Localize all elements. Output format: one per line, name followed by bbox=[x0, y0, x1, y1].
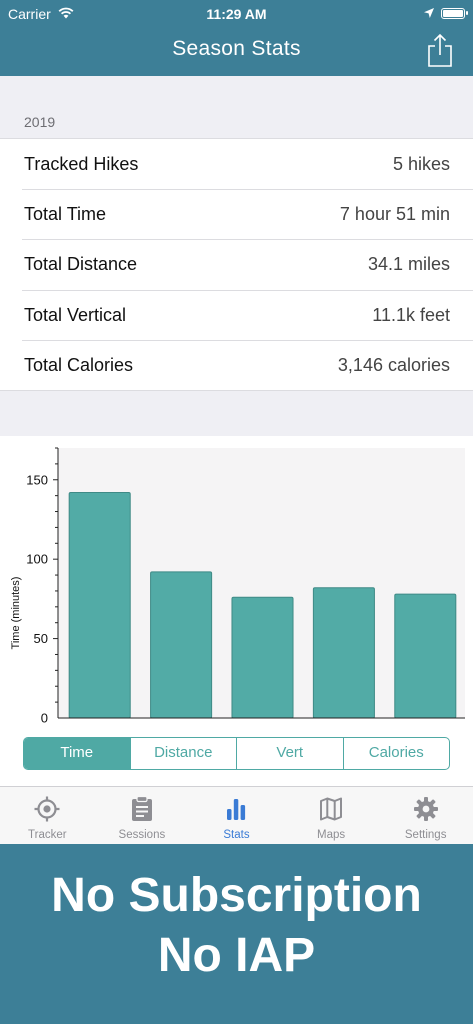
tracker-icon bbox=[34, 796, 60, 822]
segment-time[interactable]: Time bbox=[24, 738, 130, 769]
tab-bar: Tracker Sessions Stats Maps Settings bbox=[0, 786, 473, 844]
stat-label: Tracked Hikes bbox=[24, 154, 139, 174]
nav-bar: Season Stats bbox=[0, 28, 473, 76]
tab-maps[interactable]: Maps bbox=[284, 787, 379, 844]
stat-value: 3,146 calories bbox=[337, 354, 450, 375]
tab-settings[interactable]: Settings bbox=[378, 787, 473, 844]
promo-line-subscription: No Subscription bbox=[51, 869, 422, 922]
stat-value: 5 hikes bbox=[392, 154, 450, 174]
status-bar: Carrier 11:29 AM bbox=[0, 0, 473, 28]
chart-bar bbox=[231, 596, 294, 719]
stats-row-total-time: Total Time 7 hour 51 min bbox=[0, 189, 473, 239]
section-header-year: 2019 bbox=[24, 114, 56, 130]
stat-value: 34.1 miles bbox=[367, 254, 450, 275]
tab-sessions[interactable]: Sessions bbox=[95, 787, 190, 844]
map-icon bbox=[320, 797, 343, 821]
stat-value: 7 hour 51 min bbox=[339, 204, 450, 225]
battery-icon bbox=[441, 8, 468, 19]
gear-icon bbox=[413, 797, 438, 821]
promo-banner: No Subscription No IAP bbox=[0, 844, 473, 1024]
chart-card: 0 50 100 150 Time (minutes) bbox=[0, 436, 473, 786]
share-icon[interactable] bbox=[425, 33, 455, 69]
chart-bar bbox=[150, 571, 213, 719]
location-arrow-icon bbox=[424, 8, 434, 18]
stat-label: Total Calories bbox=[24, 354, 134, 375]
promo-line-iap: No IAP bbox=[157, 929, 316, 982]
tab-tracker[interactable]: Tracker bbox=[0, 787, 95, 844]
tab-label: Maps bbox=[317, 829, 346, 841]
tab-stats[interactable]: Stats bbox=[189, 787, 284, 844]
chart-y-tick-label: 150 bbox=[26, 472, 48, 487]
tab-label: Sessions bbox=[118, 829, 166, 841]
tab-label: Stats bbox=[223, 829, 250, 841]
tab-label: Settings bbox=[404, 829, 447, 841]
clipboard-icon bbox=[131, 796, 152, 821]
chart-y-tick-label: 0 bbox=[41, 711, 48, 726]
segment-vert[interactable]: Vert bbox=[236, 738, 343, 769]
chart-bar bbox=[68, 491, 131, 719]
stats-list: Tracked Hikes 5 hikes Total Time 7 hour … bbox=[0, 138, 473, 391]
segment-distance[interactable]: Distance bbox=[129, 738, 237, 769]
stats-row-tracked-hikes: Tracked Hikes 5 hikes bbox=[0, 139, 473, 189]
time-bar-chart: 0 50 100 150 Time (minutes) bbox=[10, 447, 465, 726]
bar-chart-icon bbox=[227, 799, 246, 820]
chart-bar bbox=[312, 587, 375, 719]
stat-label: Total Vertical bbox=[24, 304, 127, 325]
chart-bar bbox=[394, 593, 457, 719]
status-time: 11:29 AM bbox=[206, 6, 267, 22]
stat-label: Total Distance bbox=[24, 254, 138, 275]
chart-y-tick-label: 50 bbox=[34, 631, 48, 646]
segment-calories[interactable]: Calories bbox=[342, 738, 450, 769]
metric-segmented-control: Time Distance Vert Calories bbox=[23, 737, 450, 770]
stat-label: Total Time bbox=[24, 204, 107, 225]
stats-row-total-distance: Total Distance 34.1 miles bbox=[0, 239, 473, 289]
tab-label: Tracker bbox=[28, 829, 67, 841]
stats-row-total-calories: Total Calories 3,146 calories bbox=[0, 339, 473, 390]
stat-value: 11.1k feet bbox=[372, 304, 450, 325]
stats-row-total-vertical: Total Vertical 11.1k feet bbox=[0, 289, 473, 340]
chart-y-axis-label: Time (minutes) bbox=[10, 577, 22, 650]
chart-y-tick-label: 100 bbox=[26, 552, 48, 567]
page-title: Season Stats bbox=[172, 37, 301, 60]
